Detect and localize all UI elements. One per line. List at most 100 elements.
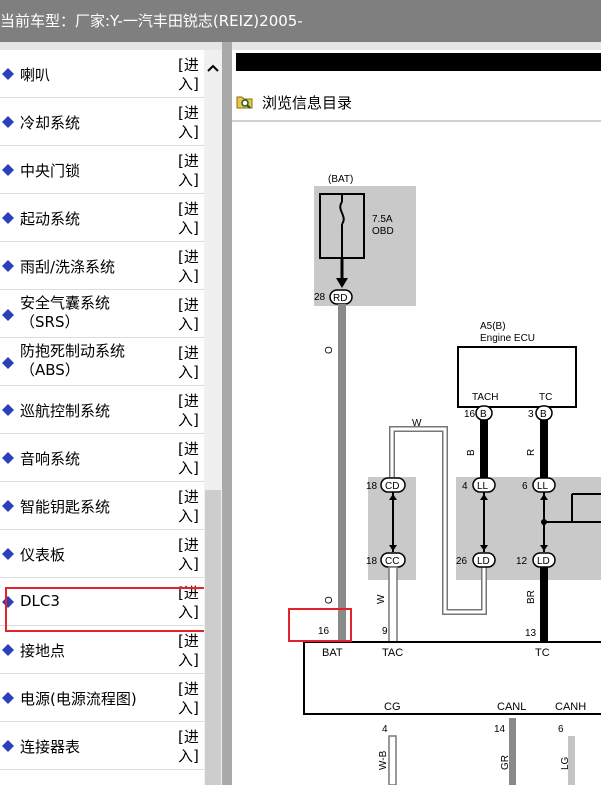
menu-item[interactable]: 仪表板 [进入] [0, 530, 204, 578]
diamond-bullet-icon [2, 548, 14, 560]
ecu-tach: TACH [472, 392, 498, 403]
conn-rd: RD [333, 293, 347, 304]
menu-item-label: 中央门锁 [20, 162, 81, 180]
enter-link[interactable]: [进入] [178, 248, 204, 286]
pin-14: 14 [494, 724, 506, 735]
menu-item-label: 接地点 [20, 642, 66, 660]
toolbar-separator [232, 120, 601, 122]
conn-ld2: LD [537, 556, 550, 567]
scroll-up-arrow-icon[interactable] [204, 58, 222, 80]
menu-item-label: 仪表板 [20, 546, 66, 564]
menu-item-sublabel: （SRS） [20, 313, 80, 331]
fuse-rating: 7.5A [372, 214, 393, 225]
scroll-thumb[interactable] [205, 490, 221, 785]
pin-4b: 4 [382, 724, 388, 735]
enter-link[interactable]: [进入] [178, 104, 204, 142]
menu-item[interactable]: 雨刮/洗涤系统 [进入] [0, 242, 204, 290]
enter-link[interactable]: [进入] [178, 680, 204, 718]
window-title: 当前车型：厂家:Y-一汽丰田锐志(REIZ)2005- [0, 0, 601, 42]
diamond-bullet-icon [2, 260, 14, 272]
pin-18b: 18 [366, 556, 378, 567]
menu-item-label: 电源(电源流程图) [20, 690, 137, 708]
menu-item-label: 雨刮/洗涤系统 [20, 258, 116, 276]
enter-link[interactable]: [进入] [178, 632, 204, 670]
label-canl: CANL [497, 701, 526, 713]
wire-r: R [526, 449, 537, 456]
menu-item-label: 喇叭 [20, 66, 51, 84]
menu-item-label: 音响系统 [20, 450, 81, 468]
conn-ld1: LD [477, 556, 490, 567]
diamond-bullet-icon [2, 452, 14, 464]
menu-item[interactable]: 中央门锁 [进入] [0, 146, 204, 194]
fuse-name: OBD [372, 226, 394, 237]
conn-ll1: LL [477, 481, 489, 492]
menu-item-label: 冷却系统 [20, 114, 81, 132]
pin-12: 12 [516, 556, 528, 567]
label-canh: CANH [555, 701, 586, 713]
menu-item-label: 起动系统 [20, 210, 81, 228]
diamond-bullet-icon [2, 116, 14, 128]
menu-item[interactable]: 喇叭 [进入] [0, 50, 204, 98]
enter-link[interactable]: [进入] [178, 296, 204, 334]
enter-link[interactable]: [进入] [178, 536, 204, 574]
diamond-bullet-icon [2, 68, 14, 80]
title-separator [0, 42, 601, 50]
enter-link[interactable]: [进入] [178, 200, 204, 238]
label-tc: TC [535, 647, 550, 659]
conn-cc: CC [385, 556, 399, 567]
pin-6: 6 [522, 481, 528, 492]
label-bat: BAT [322, 647, 343, 659]
pin-3: 3 [528, 409, 534, 420]
pin-6b: 6 [558, 724, 564, 735]
pane-splitter[interactable] [222, 42, 232, 785]
diamond-bullet-icon [2, 357, 14, 369]
ecu-name: Engine ECU [480, 333, 535, 344]
highlight-box-bat-pin [288, 608, 352, 642]
conn-ll2: LL [537, 481, 549, 492]
menu-item-label: 巡航控制系统 [20, 402, 111, 420]
ecu-tc: TC [539, 392, 552, 403]
enter-link[interactable]: [进入] [178, 344, 204, 382]
conn-cd: CD [385, 481, 399, 492]
system-menu: 喇叭 [进入] 冷却系统 [进入] 中央门锁 [进入] 起动系统 [进入] 雨刮/洗涤系统 [进入… [0, 50, 204, 785]
diamond-bullet-icon [2, 212, 14, 224]
menu-item[interactable]: 防抱死制动系统 （ABS） [进入] [0, 338, 204, 386]
menu-item[interactable]: 安全气囊系统 （SRS） [进入] [0, 290, 204, 338]
enter-link[interactable]: [进入] [178, 728, 204, 766]
label-cg: CG [384, 701, 401, 713]
pin-4: 4 [462, 481, 468, 492]
menu-item[interactable]: 连接器表 [进入] [0, 722, 204, 770]
pin-28: 28 [314, 292, 326, 303]
pin-13: 13 [525, 628, 537, 639]
browse-directory-link[interactable]: 浏览信息目录 [262, 92, 352, 113]
diamond-bullet-icon [2, 644, 14, 656]
menu-item-label: 安全气囊系统 [20, 294, 111, 312]
diamond-bullet-icon [2, 500, 14, 512]
menu-item[interactable]: 起动系统 [进入] [0, 194, 204, 242]
menu-item[interactable]: 接地点 [进入] [0, 626, 204, 674]
ecu-ref: A5(B) [480, 321, 506, 332]
enter-link[interactable]: [进入] [178, 488, 204, 526]
wire-wb: W-B [378, 750, 389, 770]
menu-item[interactable]: 智能钥匙系统 [进入] [0, 482, 204, 530]
menu-item[interactable]: 冷却系统 [进入] [0, 98, 204, 146]
diamond-bullet-icon [2, 164, 14, 176]
wire-lg: LG [560, 756, 571, 770]
menu-item[interactable]: 音响系统 [进入] [0, 434, 204, 482]
wire-gr: GR [500, 755, 511, 770]
enter-link[interactable]: [进入] [178, 392, 204, 430]
enter-link[interactable]: [进入] [178, 440, 204, 478]
menu-item-sublabel: （ABS） [20, 361, 80, 379]
menu-item[interactable]: 电源(电源流程图) [进入] [0, 674, 204, 722]
menu-item[interactable]: 巡航控制系统 [进入] [0, 386, 204, 434]
folder-search-icon[interactable] [236, 93, 254, 109]
conn-b2: B [540, 409, 547, 420]
pin-16-top: 16 [464, 409, 476, 420]
enter-link[interactable]: [进入] [178, 152, 204, 190]
diamond-bullet-icon [2, 692, 14, 704]
enter-link[interactable]: [进入] [178, 56, 204, 94]
content-header-bar [236, 53, 601, 71]
diamond-bullet-icon [2, 309, 14, 321]
menu-item-label: 连接器表 [20, 738, 81, 756]
label-tac: TAC [382, 647, 403, 659]
